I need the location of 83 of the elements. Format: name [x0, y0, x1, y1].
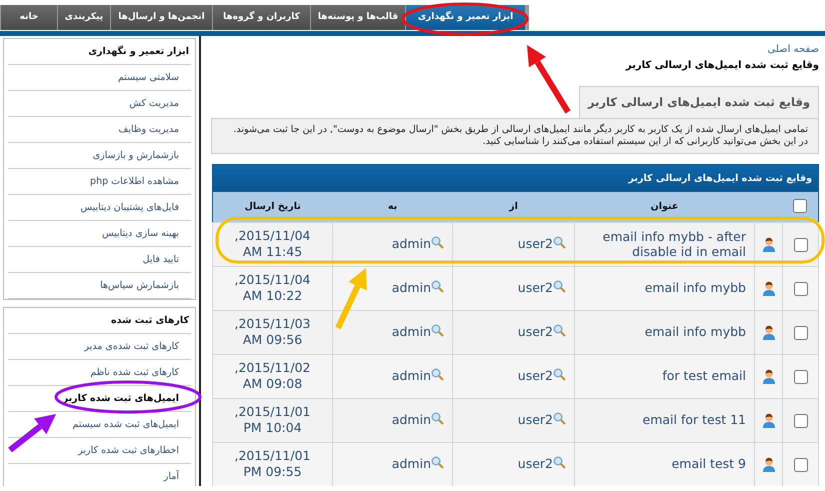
- user-icon: [760, 236, 776, 253]
- sidebar-item[interactable]: مشاهده اطلاعات php: [8, 169, 191, 195]
- user-icon: [760, 412, 776, 429]
- user-link[interactable]: user2: [518, 236, 553, 252]
- sidebar-item[interactable]: مدیریت وظایف: [8, 117, 191, 143]
- send-time: AM 09:56: [242, 332, 304, 348]
- page-tab[interactable]: وقایع ثبت شده ایمیل‌های ارسالی کاربر: [578, 86, 819, 118]
- sidebar-item[interactable]: مدیریت کش: [8, 91, 191, 117]
- send-date: ,2015/11/03: [233, 316, 312, 332]
- row-checkbox[interactable]: [794, 282, 808, 296]
- search-icon[interactable]: [431, 236, 444, 250]
- sidebar-item[interactable]: کارهای ثبت شده‌ی مدیر: [8, 334, 191, 360]
- send-date: ,2015/11/01: [233, 448, 312, 464]
- nav-tab[interactable]: خانه: [0, 5, 57, 30]
- search-icon[interactable]: [431, 368, 444, 382]
- search-icon[interactable]: [431, 324, 444, 338]
- user-icon: [760, 368, 776, 385]
- row-checkbox[interactable]: [794, 326, 808, 340]
- user-link[interactable]: user2: [518, 456, 553, 472]
- table-title: وقایع ثبت شده ایمیل‌های ارسالی کاربر: [212, 164, 818, 192]
- row-checkbox[interactable]: [794, 238, 808, 252]
- user-icon: [760, 456, 776, 473]
- select-all-checkbox[interactable]: [793, 199, 808, 214]
- send-time: AM 11:45: [242, 244, 304, 260]
- sidebar-item[interactable]: بهینه سازی دیتابیس: [8, 221, 191, 247]
- user-link[interactable]: admin: [392, 368, 431, 384]
- pointer-arrow: [8, 414, 56, 452]
- row-checkbox[interactable]: [794, 458, 808, 472]
- search-icon[interactable]: [553, 236, 566, 250]
- user-link[interactable]: admin: [392, 456, 431, 472]
- send-time: PM 09:55: [242, 464, 303, 480]
- description-text: در این بخش می‌توانید کاربرانی که از این سیستم استفاده می‌کنند را شناسایی کنید.: [482, 136, 808, 148]
- send-time: AM 09:08: [242, 376, 304, 392]
- user-link[interactable]: user2: [518, 280, 553, 296]
- sidebar-heading: ابزار تعمیر و نگهداری: [8, 39, 191, 65]
- search-icon[interactable]: [431, 412, 444, 426]
- column-header: از: [509, 201, 518, 212]
- sidebar-item[interactable]: بازشمارش و بازسازی: [8, 143, 191, 169]
- description-text: تمامی ایمیل‌های ارسال شده از یک کاربر به کاربر دیگر مانند ایمیل‌های ارسالی از طریق بخش "ارسال موضوع به دوست", در این جا ثبت می‌شوند.: [232, 124, 808, 136]
- sidebar-item[interactable]: کارهای ثبت شده ناظم: [8, 360, 191, 386]
- user-link[interactable]: user2: [518, 368, 553, 384]
- column-header: عنوان: [650, 201, 678, 212]
- send-date: ,2015/11/01: [233, 404, 312, 420]
- sidebar-item[interactable]: فایل‌های پشتیبان دیتابیس: [8, 195, 191, 221]
- search-icon[interactable]: [553, 456, 566, 470]
- send-time: AM 10:22: [242, 288, 304, 304]
- search-icon[interactable]: [431, 456, 444, 470]
- sidebar-item[interactable]: ایمیل‌های ثبت شده کاربر: [8, 386, 191, 412]
- user-icon: [760, 280, 776, 297]
- nav-tab[interactable]: قالب‌ها و پوسته‌ها: [310, 5, 405, 30]
- sidebar-item[interactable]: آمار: [8, 464, 191, 486]
- user-link[interactable]: user2: [518, 324, 553, 340]
- breadcrumb-link[interactable]: صفحه اصلی: [768, 44, 819, 55]
- search-icon[interactable]: [553, 368, 566, 382]
- sidebar-item[interactable]: سلامتی سیستم: [8, 65, 191, 91]
- sidebar-item[interactable]: اخطارهای ثبت شده کاربر: [8, 438, 191, 464]
- user-link[interactable]: user2: [518, 412, 553, 428]
- send-date: ,2015/11/02: [233, 360, 312, 376]
- send-date: ,2015/11/04: [233, 272, 312, 288]
- column-header: تاریخ ارسال: [244, 201, 301, 212]
- user-link[interactable]: admin: [392, 280, 431, 296]
- nav-tab[interactable]: کاربران و گروه‌ها: [212, 5, 310, 30]
- sidebar-item[interactable]: بازشمارش سیاس‌ها: [8, 273, 191, 299]
- search-icon[interactable]: [553, 324, 566, 338]
- breadcrumb-current: وقایع ثبت شده ایمیل‌های ارسالی کاربر: [626, 60, 819, 71]
- pointer-arrow: [335, 268, 367, 330]
- column-header: به: [388, 201, 398, 212]
- user-icon: [760, 324, 776, 341]
- row-checkbox[interactable]: [794, 370, 808, 384]
- user-link[interactable]: admin: [392, 324, 431, 340]
- send-date: ,2015/11/04: [233, 228, 312, 244]
- search-icon[interactable]: [553, 280, 566, 294]
- row-checkbox[interactable]: [794, 414, 808, 428]
- nav-tab[interactable]: انجمن‌ها و ارسال‌ها: [110, 5, 212, 30]
- search-icon[interactable]: [431, 280, 444, 294]
- sidebar-heading: کارهای ثبت شده: [8, 308, 191, 334]
- user-link[interactable]: admin: [392, 412, 431, 428]
- search-icon[interactable]: [553, 412, 566, 426]
- user-link[interactable]: admin: [392, 236, 431, 252]
- send-time: PM 10:04: [242, 420, 303, 436]
- sidebar-item[interactable]: تایید فایل: [8, 247, 191, 273]
- nav-tab[interactable]: پیکربندی: [57, 5, 110, 30]
- pointer-arrow: [527, 45, 571, 114]
